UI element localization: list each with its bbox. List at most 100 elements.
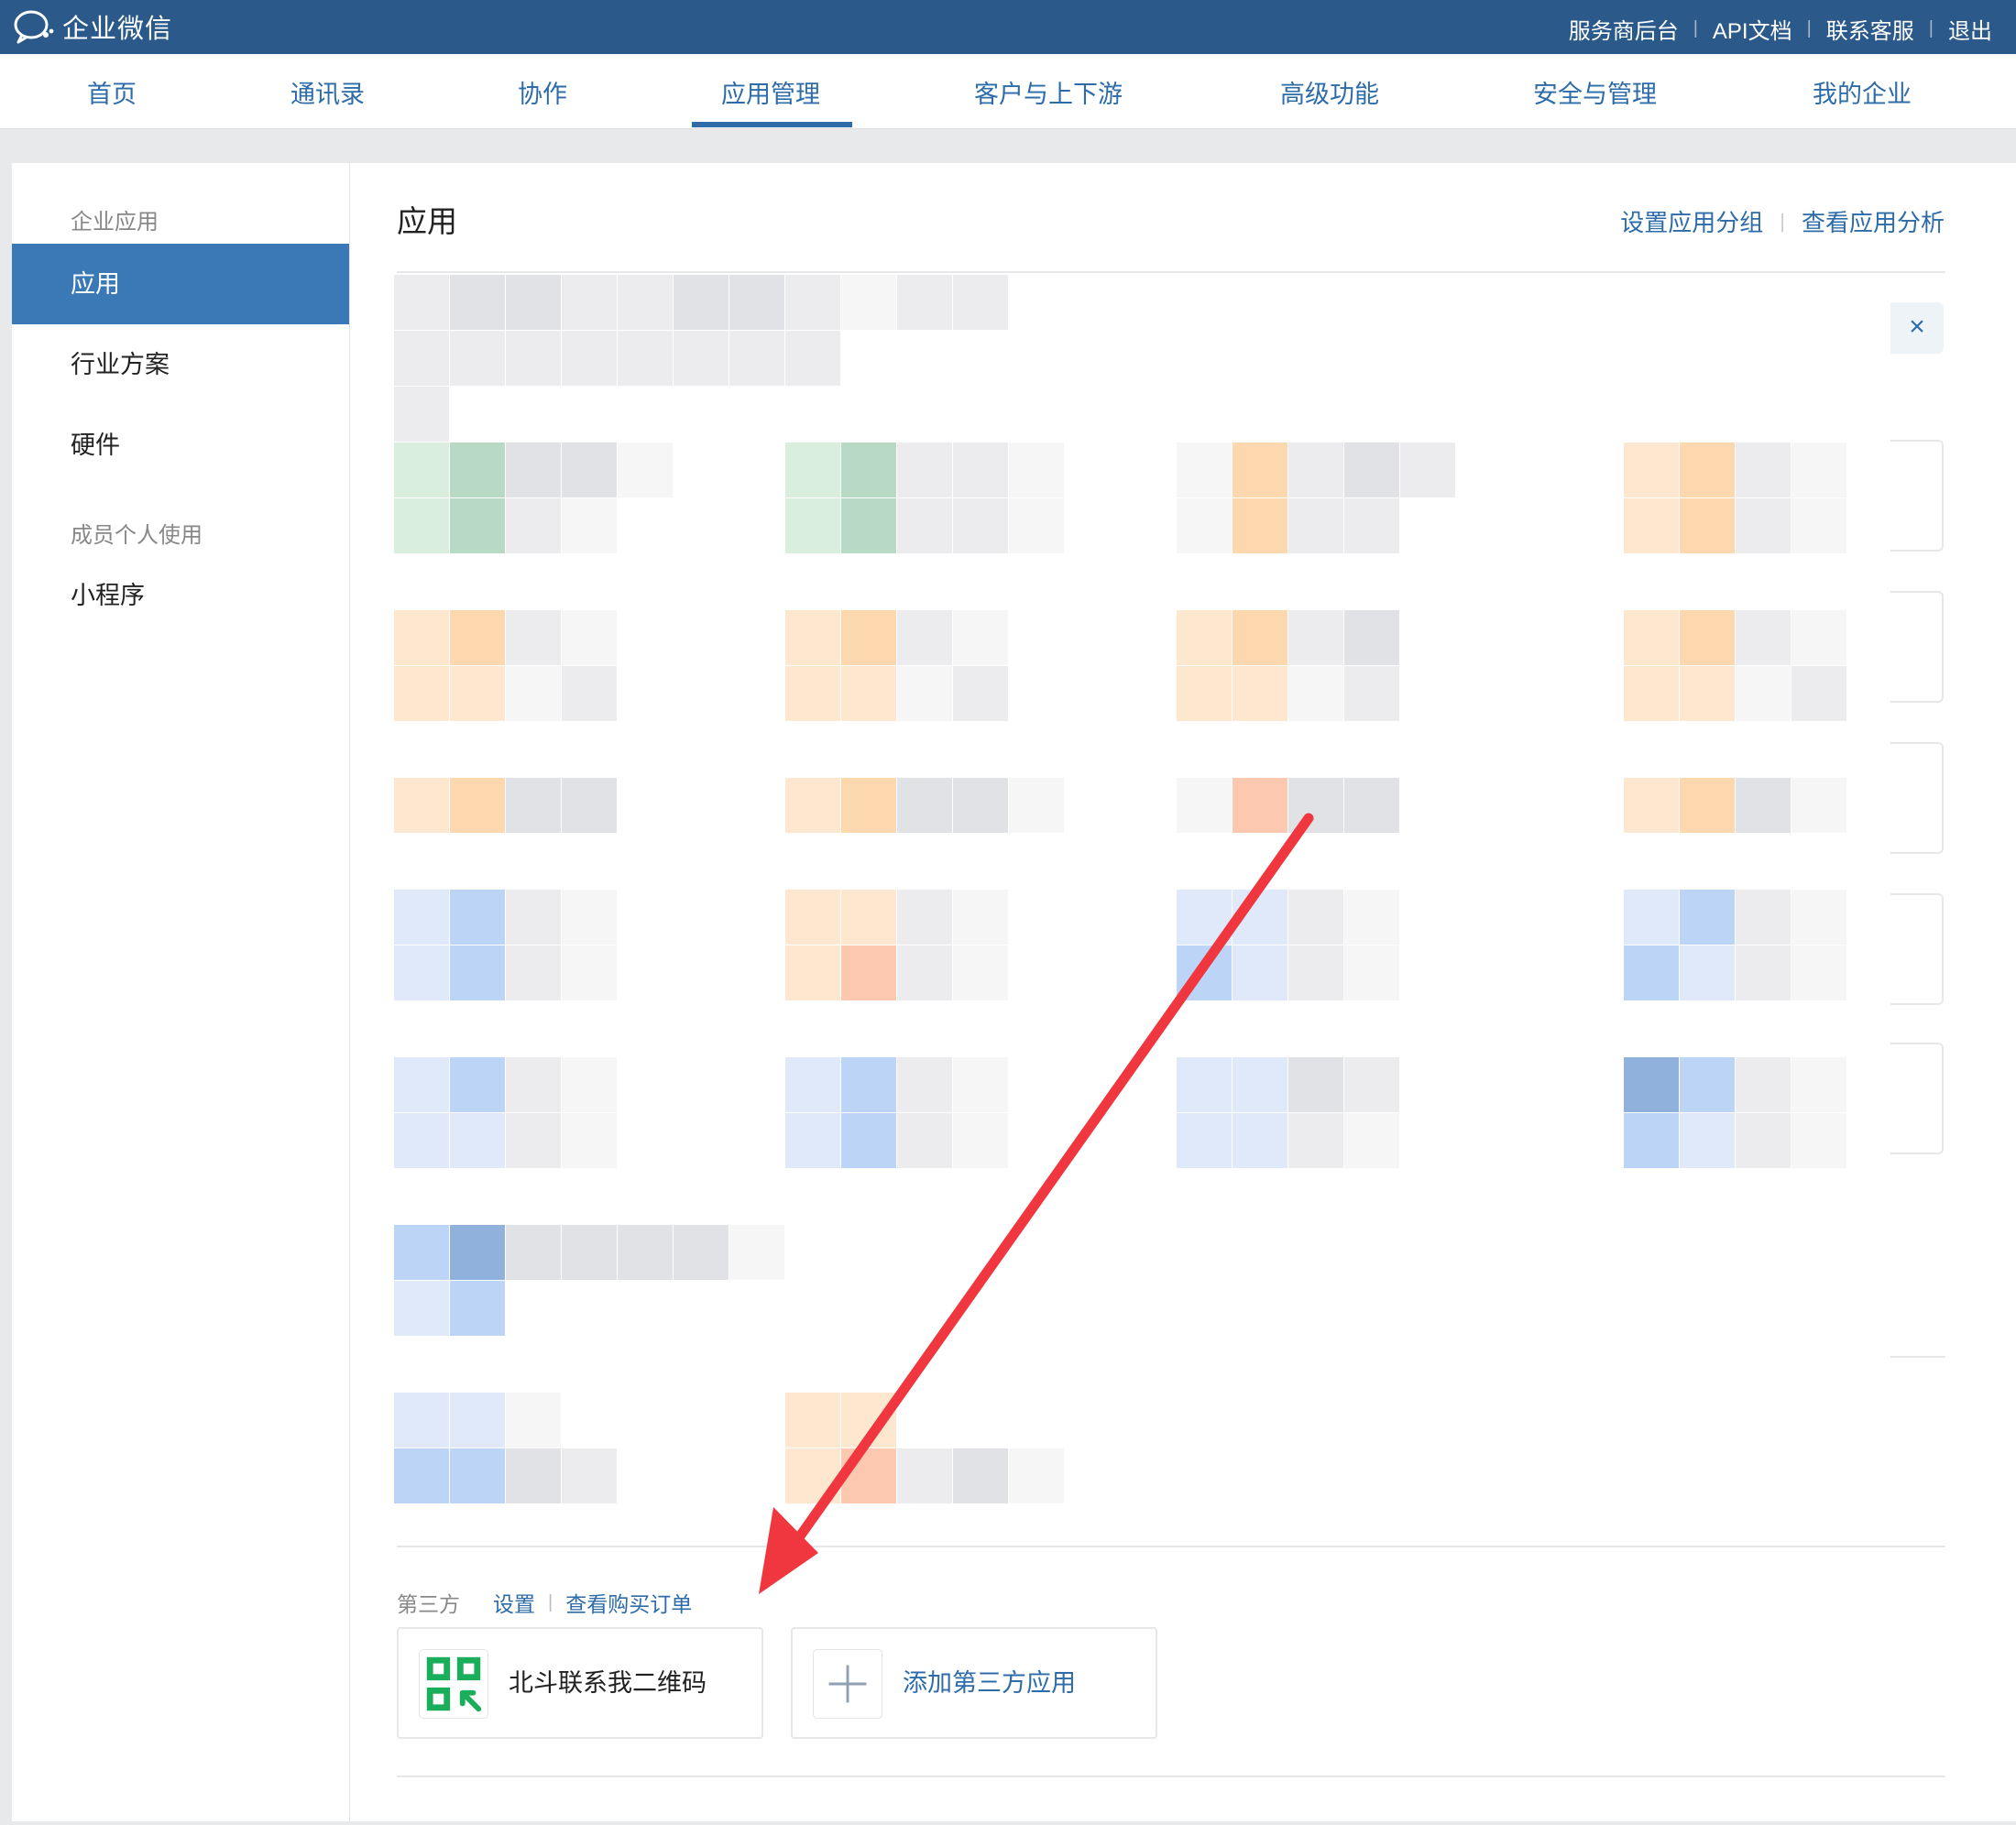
divider — [1890, 1356, 1945, 1358]
blur-tile — [897, 1448, 952, 1503]
blur-tile — [506, 443, 561, 497]
app-card-beidou-qr[interactable]: 北斗联系我二维码 — [397, 1627, 763, 1739]
blur-tile — [394, 1281, 449, 1336]
sidebar-item-apps[interactable]: 应用 — [12, 244, 349, 324]
blur-tile — [729, 1225, 784, 1280]
blur-tile — [506, 331, 561, 386]
blur-tile — [785, 890, 840, 945]
blur-tile — [841, 1057, 896, 1112]
blur-tile — [1288, 890, 1343, 945]
blur-tile — [450, 1448, 505, 1503]
blur-tile — [506, 666, 561, 721]
blur-tile — [841, 778, 896, 833]
blur-tile — [785, 443, 840, 497]
blur-tile — [785, 610, 840, 665]
blur-tile — [450, 778, 505, 833]
blur-tile — [897, 1113, 952, 1168]
blur-tile — [674, 275, 729, 330]
third-party-settings-link[interactable]: 设置 — [493, 1587, 535, 1618]
blur-tile — [1680, 610, 1735, 665]
link-api-docs[interactable]: API文档 — [1713, 13, 1792, 45]
sidebar-item-mini-program[interactable]: 小程序 — [12, 555, 349, 636]
close-icon[interactable]: × — [1890, 302, 1944, 354]
blur-tile — [394, 1448, 449, 1503]
blur-tile — [1736, 498, 1791, 553]
link-service-provider[interactable]: 服务商后台 — [1569, 13, 1679, 45]
blur-tile — [1233, 610, 1287, 665]
blur-tile — [1624, 1113, 1679, 1168]
blur-tile — [1233, 1057, 1287, 1112]
app-card-edge — [1890, 893, 1944, 1005]
blur-tile — [1680, 1057, 1735, 1112]
plus-icon — [813, 1649, 882, 1719]
separator: | — [548, 1591, 553, 1612]
sidebar-item-industry-solutions[interactable]: 行业方案 — [12, 324, 349, 405]
blur-tile — [953, 498, 1008, 553]
wecom-logo-icon — [14, 10, 54, 44]
add-third-party-app-button[interactable]: 添加第三方应用 — [791, 1627, 1157, 1739]
blur-tile — [785, 778, 840, 833]
blur-tile — [1177, 890, 1232, 945]
app-name: 北斗联系我二维码 — [509, 1669, 707, 1697]
blur-tile — [618, 275, 673, 330]
blur-tile — [785, 275, 840, 330]
blur-tile — [841, 666, 896, 721]
blur-tile — [897, 275, 952, 330]
blur-tile — [450, 666, 505, 721]
blur-tile — [506, 945, 561, 1000]
blur-tile — [1177, 443, 1232, 497]
blur-tile — [674, 1225, 729, 1280]
blur-tile — [394, 498, 449, 553]
tab-contacts[interactable]: 通讯录 — [290, 74, 365, 110]
tab-home[interactable]: 首页 — [87, 74, 137, 110]
link-contact-support[interactable]: 联系客服 — [1826, 13, 1914, 45]
blur-tile — [1009, 443, 1064, 497]
blur-tile — [1791, 1113, 1846, 1168]
blur-tile — [1344, 443, 1399, 497]
logo[interactable]: 企业微信 — [11, 7, 172, 46]
tab-my-company[interactable]: 我的企业 — [1813, 74, 1912, 110]
blur-tile — [562, 498, 617, 553]
blur-tile — [897, 610, 952, 665]
blur-tile — [1791, 610, 1846, 665]
view-orders-link[interactable]: 查看购买订单 — [565, 1587, 692, 1618]
blur-tile — [1791, 1057, 1846, 1112]
blur-tile — [562, 275, 617, 330]
blur-tile — [450, 1113, 505, 1168]
tab-app-management[interactable]: 应用管理 — [721, 74, 820, 110]
blur-tile — [897, 1057, 952, 1112]
tab-security[interactable]: 安全与管理 — [1533, 74, 1657, 110]
blur-tile — [785, 498, 840, 553]
blur-tile — [1177, 1113, 1232, 1168]
blur-tile — [1233, 890, 1287, 945]
sidebar-item-hardware[interactable]: 硬件 — [12, 405, 349, 486]
blur-tile — [1288, 498, 1343, 553]
blur-tile — [841, 498, 896, 553]
blur-tile — [450, 1393, 505, 1448]
blur-tile — [1288, 778, 1343, 833]
blur-tile — [897, 498, 952, 553]
tab-advanced[interactable]: 高级功能 — [1280, 74, 1379, 110]
separator: | — [1806, 18, 1812, 38]
blur-tile — [506, 890, 561, 945]
blur-tile — [953, 666, 1008, 721]
blur-tile — [1009, 1448, 1064, 1503]
blur-tile — [897, 443, 952, 497]
link-logout[interactable]: 退出 — [1948, 13, 1992, 45]
blur-tile — [562, 778, 617, 833]
blur-tile — [1233, 778, 1287, 833]
blur-tile — [506, 1448, 561, 1503]
blur-tile — [394, 1113, 449, 1168]
blur-tile — [841, 890, 896, 945]
separator: | — [1780, 209, 1785, 233]
blur-tile — [729, 275, 784, 330]
view-app-analysis-link[interactable]: 查看应用分析 — [1802, 204, 1945, 238]
blur-tile — [1736, 778, 1791, 833]
blur-tile — [1288, 1057, 1343, 1112]
tab-collaboration[interactable]: 协作 — [518, 74, 567, 110]
blur-tile — [1624, 666, 1679, 721]
logo-text: 企业微信 — [62, 15, 173, 44]
tab-customers[interactable]: 客户与上下游 — [974, 74, 1123, 110]
blur-tile — [953, 610, 1008, 665]
set-app-groups-link[interactable]: 设置应用分组 — [1620, 204, 1763, 238]
